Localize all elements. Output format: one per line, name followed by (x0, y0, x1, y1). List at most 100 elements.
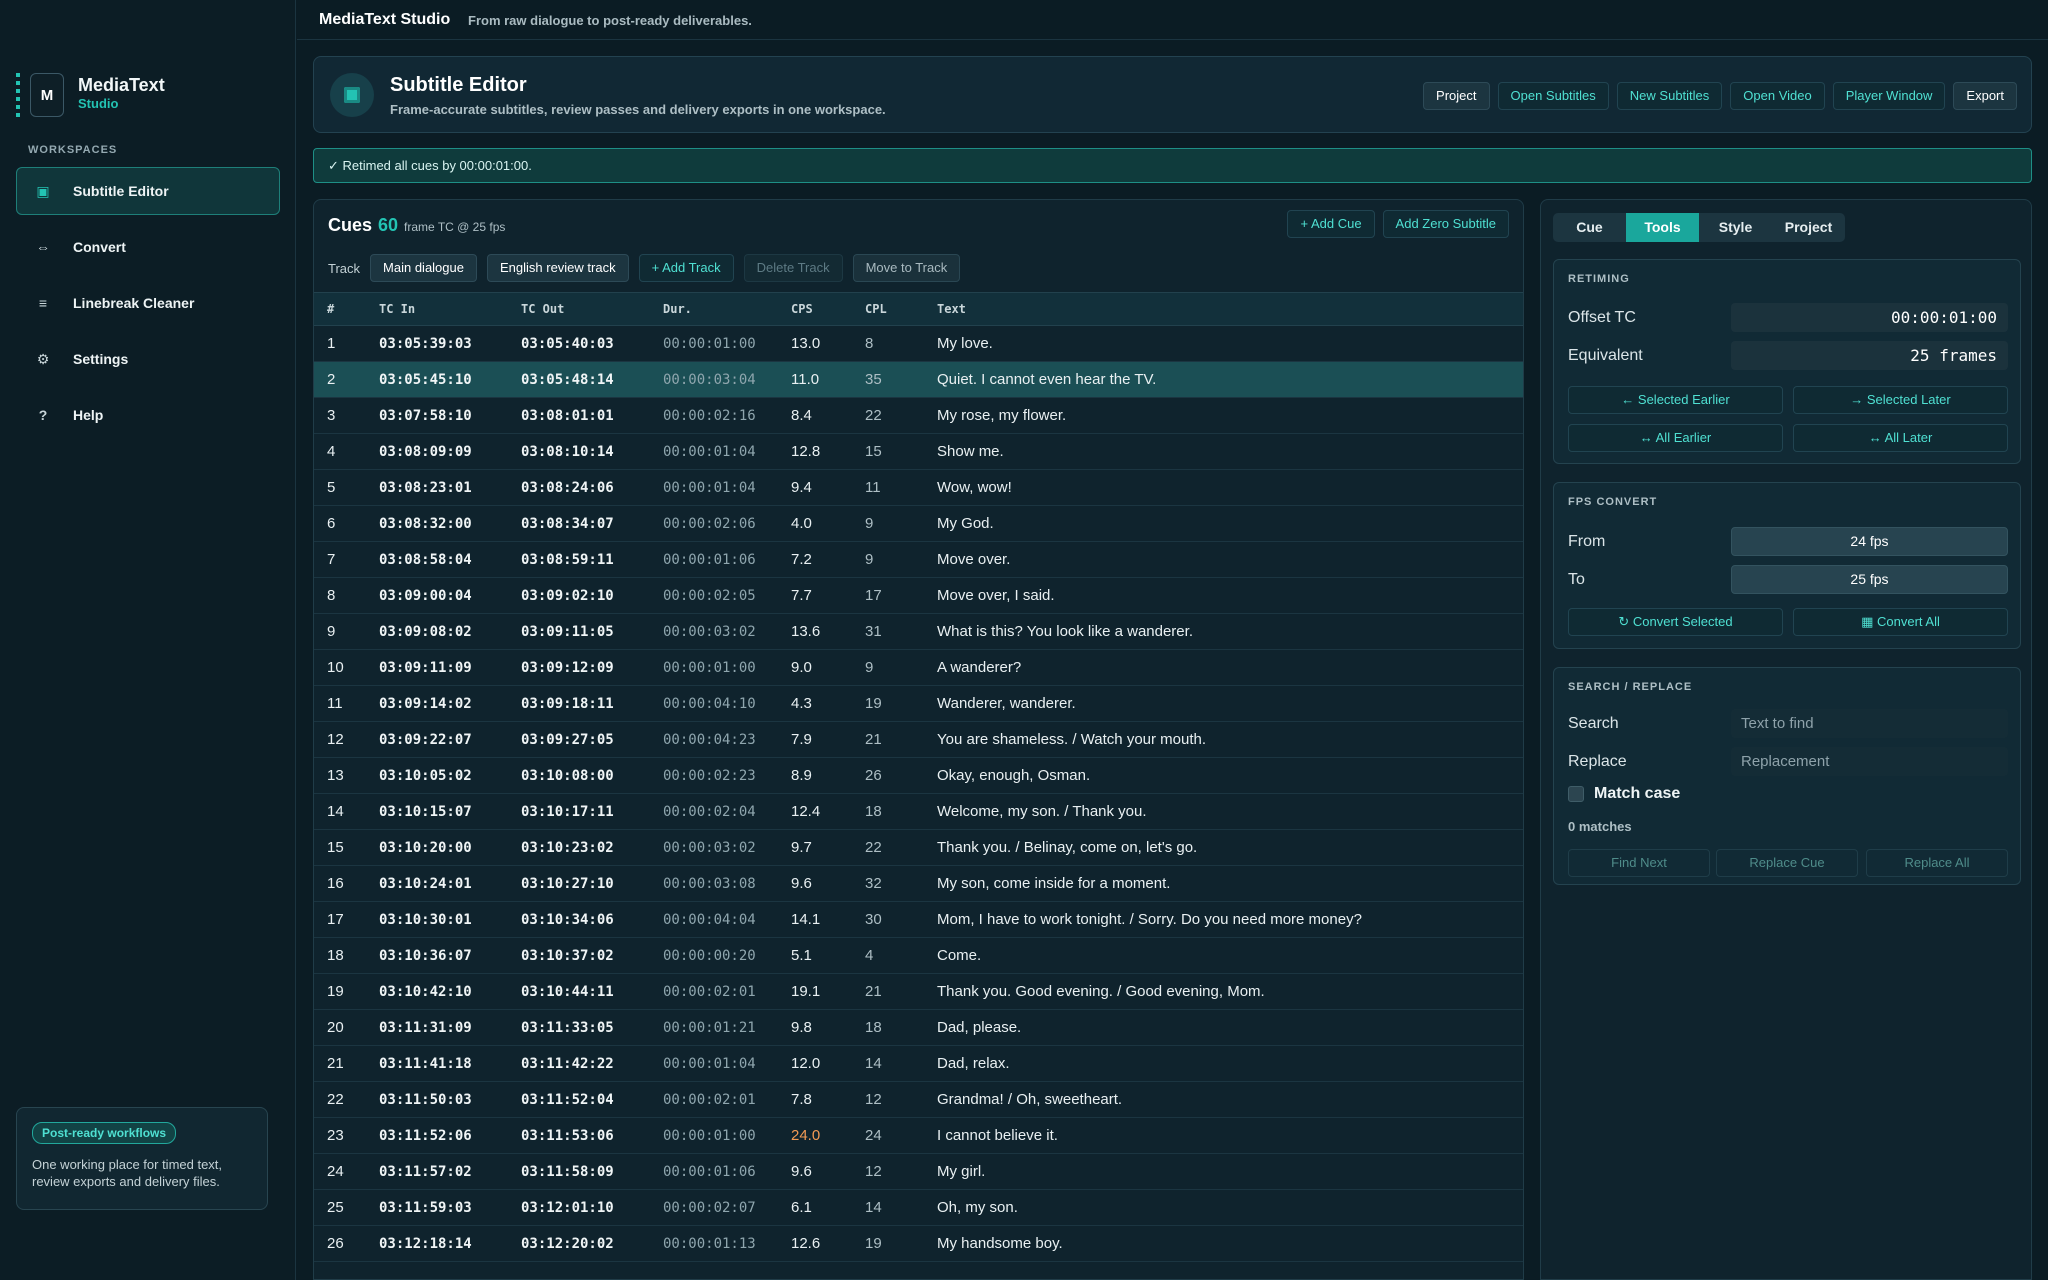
cue-cps: 14.1 (791, 911, 821, 928)
cue-cpl: 18 (865, 1019, 882, 1036)
col-duration[interactable]: Dur. (663, 302, 791, 316)
add-track-button[interactable]: + Add Track (638, 254, 734, 282)
cue-cps: 12.4 (791, 803, 821, 820)
player-window-button[interactable]: Player Window (1832, 82, 1946, 110)
sidebar-item-convert[interactable]: ⇔ Convert (16, 223, 280, 271)
table-row[interactable]: 1 03:05:39:03 03:05:40:03 00:00:01:00 13.0 8 M… (314, 326, 1523, 362)
cue-tc-out: 03:09:27:05 (521, 731, 614, 748)
col-number[interactable]: # (314, 302, 379, 316)
match-case-row[interactable]: Match case (1568, 785, 1680, 803)
cue-tc-out: 03:10:37:02 (521, 947, 614, 964)
add-cue-button[interactable]: + Add Cue (1287, 210, 1375, 238)
table-row[interactable]: 11 03:09:14:02 03:09:18:11 00:00:04:10 4.3 19… (314, 686, 1523, 722)
cue-text: My rose, my flower. (937, 407, 1067, 424)
table-row[interactable]: 5 03:08:23:01 03:08:24:06 00:00:01:04 9.4 11 W… (314, 470, 1523, 506)
replace-all-button[interactable]: Replace All (1866, 849, 2008, 877)
table-row[interactable]: 16 03:10:24:01 03:10:27:10 00:00:03:08 9.6 32… (314, 866, 1523, 902)
track-main-dialogue[interactable]: Main dialogue (370, 254, 477, 282)
table-row[interactable]: 3 03:07:58:10 03:08:01:01 00:00:02:16 8.4 22 M… (314, 398, 1523, 434)
table-row[interactable]: 26 03:12:18:14 03:12:20:02 00:00:01:13 12.6 1… (314, 1226, 1523, 1262)
cue-tc-in: 03:12:18:14 (379, 1235, 472, 1252)
selected-later-button[interactable]: → Selected Later (1793, 386, 2008, 414)
add-zero-subtitle-button[interactable]: Add Zero Subtitle (1382, 210, 1509, 238)
project-button[interactable]: Project (1423, 82, 1490, 110)
replace-cue-button[interactable]: Replace Cue (1716, 849, 1858, 877)
sidebar-item-help[interactable]: ? Help (16, 391, 280, 439)
table-row[interactable]: 9 03:09:08:02 03:09:11:05 00:00:03:02 13.6 31… (314, 614, 1523, 650)
table-row[interactable]: 18 03:10:36:07 03:10:37:02 00:00:00:20 5.1 4 C… (314, 938, 1523, 974)
col-text[interactable]: Text (937, 302, 1523, 316)
cue-number: 13 (327, 767, 344, 784)
open-subtitles-button[interactable]: Open Subtitles (1497, 82, 1609, 110)
tab-style[interactable]: Style (1699, 213, 1772, 242)
match-case-checkbox[interactable] (1568, 786, 1584, 802)
replace-input[interactable] (1731, 747, 2008, 776)
sidebar-item-settings[interactable]: ⚙ Settings (16, 335, 280, 383)
cue-number: 3 (327, 407, 336, 424)
col-tc-out[interactable]: TC Out (521, 302, 663, 316)
promo-badge: Post-ready workflows (32, 1122, 177, 1144)
cue-text: Come. (937, 947, 982, 964)
tab-project[interactable]: Project (1772, 213, 1845, 242)
table-row[interactable]: 22 03:11:50:03 03:11:52:04 00:00:02:01 7.8 12… (314, 1082, 1523, 1118)
cue-cps: 12.0 (791, 1055, 821, 1072)
search-label: Search (1568, 715, 1619, 732)
sidebar-item-linebreak-cleaner[interactable]: ≡ Linebreak Cleaner (16, 279, 280, 327)
convert-selected-button[interactable]: ↻ Convert Selected (1568, 608, 1783, 636)
table-row[interactable]: 13 03:10:05:02 03:10:08:00 00:00:02:23 8.9 26… (314, 758, 1523, 794)
all-earlier-button[interactable]: ↔ All Earlier (1568, 424, 1783, 452)
find-next-button[interactable]: Find Next (1568, 849, 1710, 877)
table-row[interactable]: 4 03:08:09:09 03:08:10:14 00:00:01:04 12.8 15… (314, 434, 1523, 470)
sidebar-item-subtitle-editor[interactable]: ▣ Subtitle Editor (16, 167, 280, 215)
search-input[interactable] (1731, 709, 2008, 738)
all-later-button[interactable]: ↔ All Later (1793, 424, 2008, 452)
table-row[interactable]: 20 03:11:31:09 03:11:33:05 00:00:01:21 9.8 18… (314, 1010, 1523, 1046)
table-row[interactable]: 6 03:08:32:00 03:08:34:07 00:00:02:06 4.0 9 My… (314, 506, 1523, 542)
cues-title: Cues (328, 215, 373, 235)
fps-from-select[interactable]: 24 fps (1731, 527, 2008, 556)
tab-tools[interactable]: Tools (1626, 213, 1699, 242)
cue-cps: 5.1 (791, 947, 812, 964)
cue-number: 17 (327, 911, 344, 928)
table-row[interactable]: 7 03:08:58:04 03:08:59:11 00:00:01:06 7.2 9 Mo… (314, 542, 1523, 578)
table-row[interactable]: 19 03:10:42:10 03:10:44:11 00:00:02:01 19.1 2… (314, 974, 1523, 1010)
cue-tc-out: 03:10:17:11 (521, 803, 614, 820)
new-subtitles-button[interactable]: New Subtitles (1616, 82, 1723, 110)
cue-duration: 00:00:03:02 (663, 839, 756, 856)
delete-track-button[interactable]: Delete Track (743, 254, 843, 282)
fps-title: FPS CONVERT (1568, 496, 1658, 508)
table-row[interactable]: 24 03:11:57:02 03:11:58:09 00:00:01:06 9.6 12… (314, 1154, 1523, 1190)
table-row[interactable]: 14 03:10:15:07 03:10:17:11 00:00:02:04 12.4 1… (314, 794, 1523, 830)
col-cps[interactable]: CPS (791, 302, 865, 316)
table-row[interactable]: 25 03:11:59:03 03:12:01:10 00:00:02:07 6.1 14… (314, 1190, 1523, 1226)
col-tc-in[interactable]: TC In (379, 302, 521, 316)
cue-cps: 4.0 (791, 515, 812, 532)
move-to-track-button[interactable]: Move to Track (852, 254, 961, 282)
cue-text: Dad, relax. (937, 1055, 1010, 1072)
selected-earlier-button[interactable]: ← Selected Earlier (1568, 386, 1783, 414)
open-video-button[interactable]: Open Video (1730, 82, 1825, 110)
cue-cpl: 11 (865, 479, 881, 496)
tab-cue[interactable]: Cue (1553, 213, 1626, 242)
offset-field[interactable]: 00:00:01:00 (1731, 303, 2008, 332)
cue-cpl: 14 (865, 1199, 882, 1216)
status-notice: ✓ Retimed all cues by 00:00:01:00. (313, 148, 2032, 183)
equivalent-label: Equivalent (1568, 347, 1643, 364)
export-button[interactable]: Export (1953, 82, 2017, 110)
table-row[interactable]: 10 03:09:11:09 03:09:12:09 00:00:01:00 9.0 9 A… (314, 650, 1523, 686)
cue-cps: 7.9 (791, 731, 812, 748)
cue-tc-out: 03:12:20:02 (521, 1235, 614, 1252)
cue-cps: 8.4 (791, 407, 812, 424)
table-row[interactable]: 15 03:10:20:00 03:10:23:02 00:00:03:02 9.7 22… (314, 830, 1523, 866)
table-row[interactable]: 23 03:11:52:06 03:11:53:06 00:00:01:00 24.0 2… (314, 1118, 1523, 1154)
fps-to-select[interactable]: 25 fps (1731, 565, 2008, 594)
match-case-label[interactable]: Match case (1594, 785, 1680, 803)
convert-all-button[interactable]: ▦ Convert All (1793, 608, 2008, 636)
col-cpl[interactable]: CPL (865, 302, 937, 316)
table-row[interactable]: 17 03:10:30:01 03:10:34:06 00:00:04:04 14.1 3… (314, 902, 1523, 938)
table-row[interactable]: 21 03:11:41:18 03:11:42:22 00:00:01:04 12.0 1… (314, 1046, 1523, 1082)
track-english-review[interactable]: English review track (486, 254, 629, 282)
table-row[interactable]: 2 03:05:45:10 03:05:48:14 00:00:03:04 11.0 35… (314, 362, 1523, 398)
table-row[interactable]: 12 03:09:22:07 03:09:27:05 00:00:04:23 7.9 21… (314, 722, 1523, 758)
table-row[interactable]: 8 03:09:00:04 03:09:02:10 00:00:02:05 7.7 17 M… (314, 578, 1523, 614)
